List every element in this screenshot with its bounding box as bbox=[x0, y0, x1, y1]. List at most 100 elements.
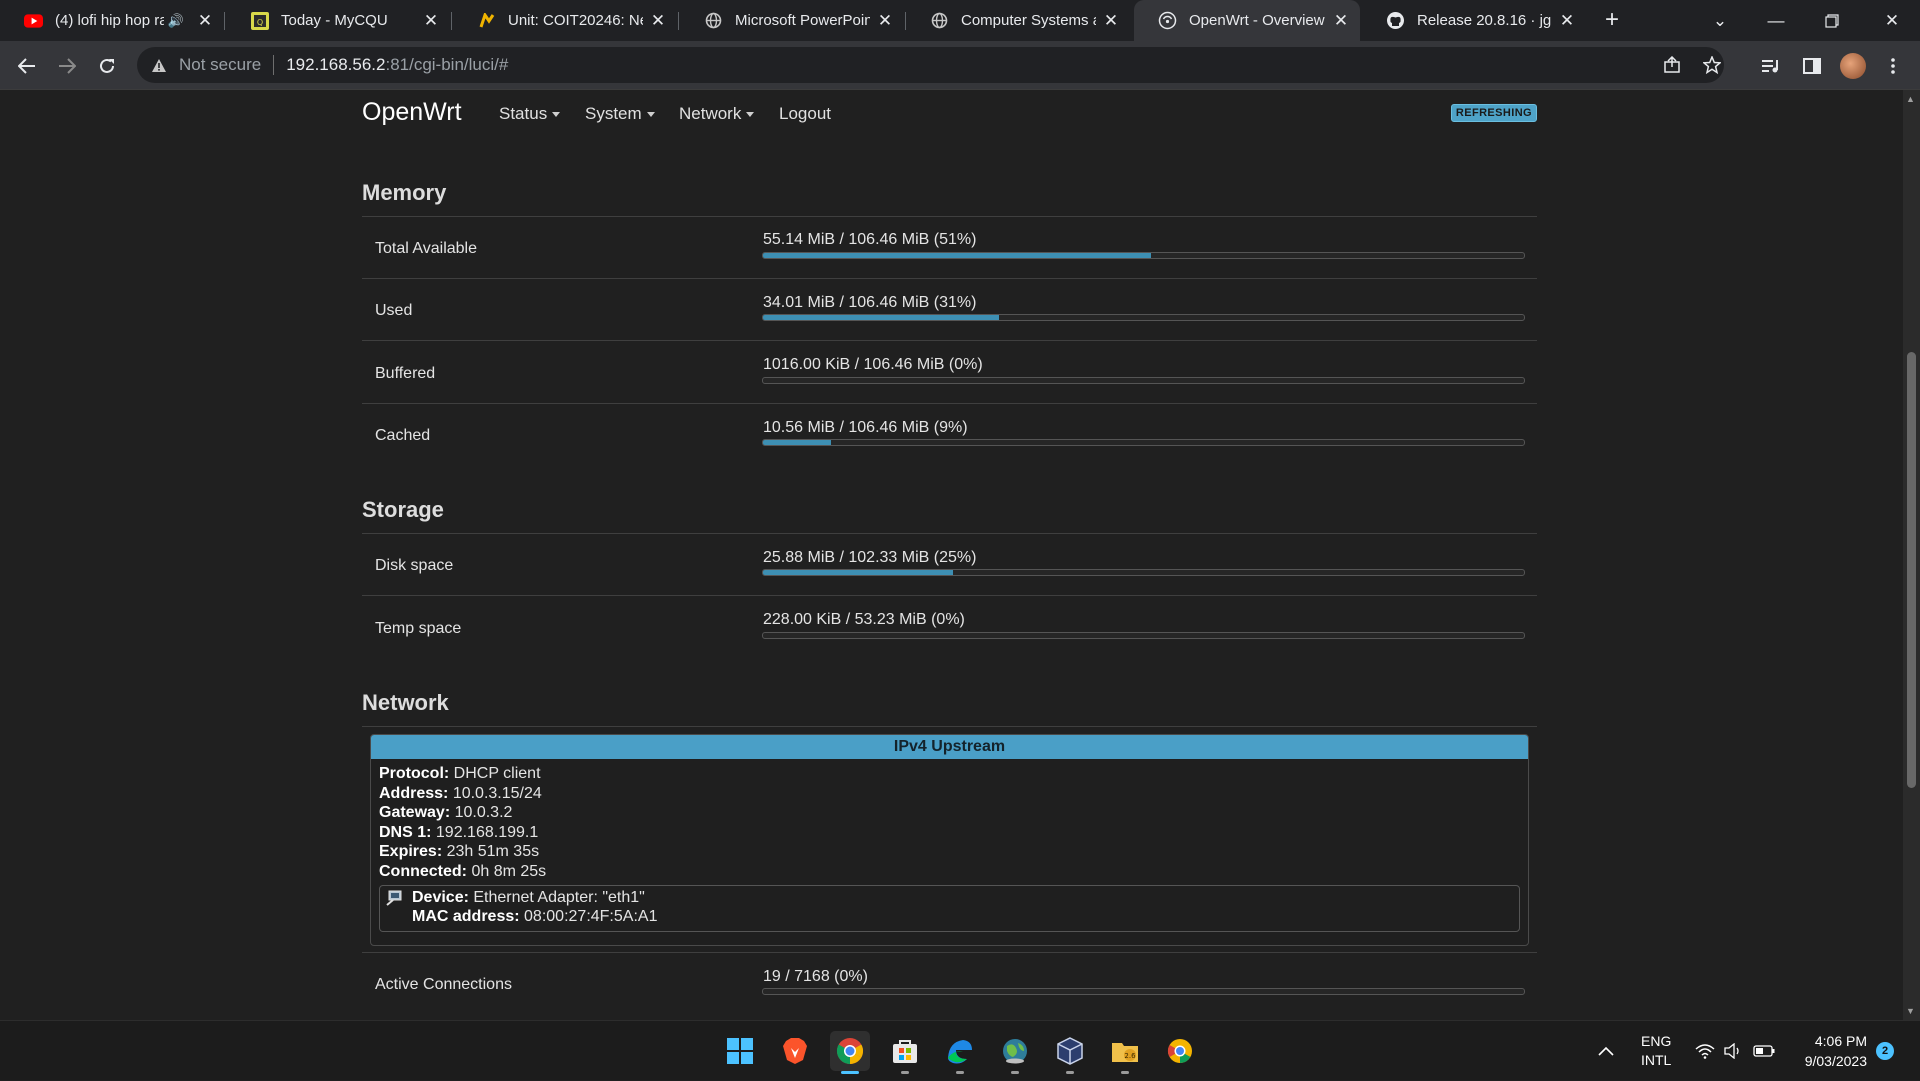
close-tab-icon[interactable]: ✕ bbox=[422, 11, 440, 31]
virtualbox-icon[interactable] bbox=[1050, 1031, 1090, 1074]
brave-icon[interactable] bbox=[775, 1031, 815, 1071]
tab-title: (4) lofi hip hop ra bbox=[55, 12, 164, 29]
field-key: MAC address: bbox=[412, 908, 520, 926]
openwrt-icon bbox=[1158, 11, 1177, 30]
share-icon[interactable] bbox=[1657, 47, 1687, 83]
caret-down-icon bbox=[552, 112, 561, 118]
page-scrollbar[interactable]: ▲ ▼ bbox=[1903, 90, 1920, 1020]
tab-title: Release 20.8.16 · jgrap bbox=[1417, 12, 1552, 29]
show-hidden-icons-chevron[interactable] bbox=[1598, 1021, 1614, 1081]
tab-openwrt-overview[interactable]: OpenWrt - Overview ✕ bbox=[1134, 0, 1360, 41]
new-tab-button[interactable]: + bbox=[1598, 6, 1626, 34]
field-value: DHCP client bbox=[453, 765, 541, 782]
media-control-icon[interactable] bbox=[1756, 51, 1786, 81]
close-window-icon[interactable]: ✕ bbox=[1864, 0, 1920, 41]
globe-app-icon[interactable] bbox=[995, 1031, 1035, 1074]
warning-triangle-icon[interactable] bbox=[151, 58, 169, 73]
buffered-label: Buffered bbox=[375, 365, 436, 382]
moodle-icon bbox=[477, 11, 496, 30]
restore-window-icon[interactable] bbox=[1804, 0, 1860, 41]
cached-bar bbox=[762, 439, 1525, 446]
minimize-window-icon[interactable]: — bbox=[1748, 0, 1804, 41]
connected-row: Connected: 0h 8m 25s bbox=[379, 862, 1520, 882]
volume-icon[interactable] bbox=[1724, 1021, 1742, 1081]
field-value: 0h 8m 25s bbox=[471, 862, 547, 880]
clock[interactable]: 4:06 PM 9/03/2023 bbox=[1793, 1021, 1867, 1081]
folder-app-icon[interactable]: 2.6 bbox=[1105, 1031, 1145, 1074]
forward-arrow-icon[interactable] bbox=[52, 51, 82, 81]
profile-avatar[interactable] bbox=[1838, 51, 1868, 81]
github-icon bbox=[1386, 11, 1405, 30]
microsoft-store-icon[interactable] bbox=[885, 1031, 925, 1074]
browser-menu-icon[interactable] bbox=[1878, 51, 1908, 81]
menu-logout[interactable]: Logout bbox=[779, 104, 831, 124]
tab-youtube[interactable]: (4) lofi hip hop ra 🔊 ✕ bbox=[0, 0, 224, 41]
tab-mycqu[interactable]: Q Today - MyCQU ✕ bbox=[226, 0, 450, 41]
close-tab-icon[interactable]: ✕ bbox=[1558, 11, 1576, 31]
language-indicator[interactable]: ENG INTL bbox=[1641, 1021, 1671, 1081]
menu-network[interactable]: Network bbox=[679, 104, 755, 124]
reload-icon[interactable] bbox=[92, 51, 122, 81]
refreshing-badge[interactable]: REFRESHING bbox=[1450, 104, 1537, 122]
menu-label: Status bbox=[499, 104, 548, 123]
menu-status[interactable]: Status bbox=[499, 104, 561, 124]
scrollbar-thumb[interactable] bbox=[1907, 352, 1916, 788]
bookmark-star-icon[interactable] bbox=[1697, 47, 1727, 83]
menu-system[interactable]: System bbox=[585, 104, 655, 124]
tab-title: Computer Systems an bbox=[961, 12, 1096, 29]
active-connections-bar bbox=[762, 988, 1525, 995]
clock-date: 9/03/2023 bbox=[1804, 1053, 1867, 1069]
chrome-alt-icon[interactable] bbox=[1160, 1031, 1200, 1071]
scroll-up-arrow-icon[interactable]: ▲ bbox=[1906, 94, 1915, 104]
tab-moodle-unit[interactable]: Unit: COIT20246: Netw ✕ bbox=[453, 0, 677, 41]
brand-logo[interactable]: OpenWrt bbox=[362, 98, 462, 127]
tab-title: Microsoft PowerPoint bbox=[735, 12, 870, 29]
field-value: 192.168.199.1 bbox=[435, 823, 539, 841]
close-tab-icon[interactable]: ✕ bbox=[1332, 11, 1350, 31]
close-tab-icon[interactable]: ✕ bbox=[1102, 11, 1120, 31]
close-tab-icon[interactable]: ✕ bbox=[196, 11, 214, 31]
close-tab-icon[interactable]: ✕ bbox=[876, 11, 894, 31]
cached-label: Cached bbox=[375, 427, 431, 444]
disk-space-label: Disk space bbox=[375, 557, 454, 574]
url-host: 192.168.56.2 bbox=[286, 55, 386, 74]
chrome-icon[interactable] bbox=[830, 1031, 870, 1074]
scroll-down-arrow-icon[interactable]: ▼ bbox=[1906, 1006, 1915, 1016]
tab-search-chevron-icon[interactable]: ⌄ bbox=[1692, 0, 1748, 41]
edge-dev-icon[interactable] bbox=[940, 1031, 980, 1074]
language-code: ENG bbox=[1641, 1033, 1672, 1049]
buffered-value: 1016.00 KiB / 106.46 MiB (0%) bbox=[763, 356, 983, 373]
windows-start-icon[interactable] bbox=[720, 1031, 760, 1071]
memory-section-title: Memory bbox=[362, 180, 447, 205]
bar-fill bbox=[763, 570, 954, 575]
upstream-details: Protocol: DHCP client Address: 10.0.3.15… bbox=[371, 759, 1528, 937]
active-connections-value: 19 / 7168 (0%) bbox=[763, 968, 868, 985]
security-status-text[interactable]: Not secure bbox=[179, 55, 261, 75]
total-available-value: 55.14 MiB / 106.46 MiB (51%) bbox=[763, 231, 977, 248]
network-section-title: Network bbox=[362, 690, 449, 715]
globe-icon bbox=[704, 11, 723, 30]
notification-center[interactable]: 2 bbox=[1876, 1021, 1894, 1081]
bar-fill bbox=[763, 253, 1152, 258]
dns-row: DNS 1: 192.168.199.1 bbox=[379, 823, 1520, 843]
audio-playing-icon[interactable]: 🔊 bbox=[168, 13, 184, 29]
storage-section-title: Storage bbox=[362, 497, 444, 522]
temp-space-label: Temp space bbox=[375, 620, 462, 637]
caret-down-icon bbox=[746, 112, 755, 118]
tab-title: Today - MyCQU bbox=[281, 12, 388, 29]
tab-powerpoint[interactable]: Microsoft PowerPoint ✕ bbox=[680, 0, 904, 41]
close-tab-icon[interactable]: ✕ bbox=[649, 11, 667, 31]
address-row: Address: 10.0.3.15/24 bbox=[379, 784, 1520, 804]
battery-icon[interactable] bbox=[1753, 1021, 1775, 1081]
youtube-icon bbox=[24, 11, 43, 30]
tab-computer-systems[interactable]: Computer Systems an ✕ bbox=[906, 0, 1130, 41]
tab-github-release[interactable]: Release 20.8.16 · jgrap ✕ bbox=[1362, 0, 1586, 41]
disk-space-value: 25.88 MiB / 102.33 MiB (25%) bbox=[763, 549, 977, 566]
address-bar[interactable]: Not secure 192.168.56.2:81/cgi-bin/luci/… bbox=[137, 47, 1724, 83]
side-panel-icon[interactable] bbox=[1797, 51, 1827, 81]
wifi-icon[interactable] bbox=[1695, 1021, 1715, 1081]
back-arrow-icon[interactable] bbox=[12, 51, 42, 81]
menu-label: Network bbox=[679, 104, 742, 123]
keyboard-layout: INTL bbox=[1641, 1052, 1672, 1068]
menu-label: Logout bbox=[779, 104, 831, 123]
